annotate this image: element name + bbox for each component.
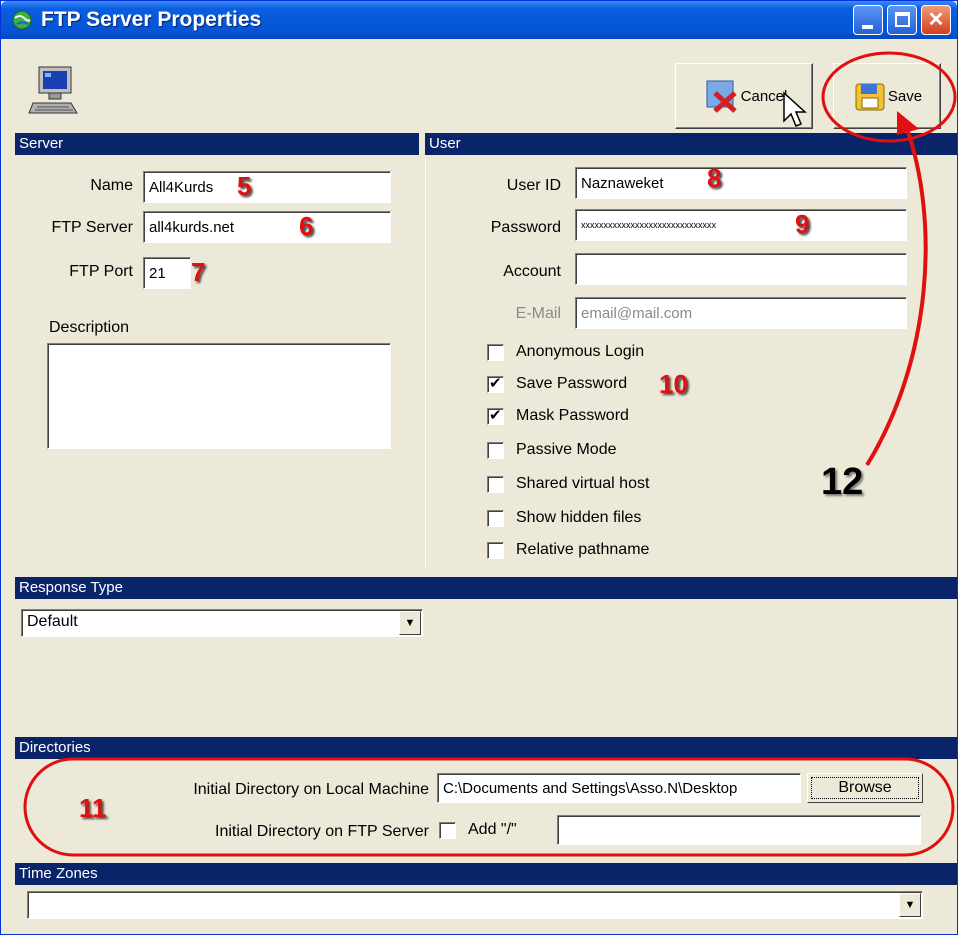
directories-header: Directories [15,737,957,759]
window-title: FTP Server Properties [41,8,262,31]
anonymous-login-checkbox[interactable]: Anonymous Login [487,343,644,361]
chevron-down-icon[interactable]: ▼ [899,893,921,917]
save-icon [855,83,885,111]
close-icon: ✕ [927,9,945,31]
name-label: Name [90,177,133,194]
ftp-server-input[interactable] [143,211,391,243]
annotation-8: 8 [707,163,722,193]
description-textarea[interactable] [47,343,391,449]
password-label: Password [490,219,561,236]
minimize-icon [862,25,873,29]
passive-mode-checkbox[interactable]: Passive Mode [487,441,617,459]
save-password-box[interactable] [487,374,504,393]
relative-pathname-label: Relative pathname [516,541,650,558]
cancel-icon [706,80,737,113]
annotation-7: 7 [191,257,206,287]
relative-pathname-box[interactable] [487,541,504,559]
user-id-input[interactable] [575,167,907,199]
save-password-checkbox[interactable]: Save Password [487,374,628,393]
annotation-10: 10 [659,369,688,399]
time-zones-header: Time Zones [15,863,957,885]
response-type-value: Default [27,613,78,630]
account-label: Account [503,263,561,280]
name-input[interactable] [143,171,391,203]
ftp-directory-input[interactable] [557,815,921,845]
anonymous-login-label: Anonymous Login [516,343,645,360]
ftp-port-input[interactable] [143,257,191,289]
maximize-icon [895,12,910,27]
save-password-label: Save Password [516,375,628,392]
title-bar[interactable]: FTP Server Properties ✕ [1,1,957,39]
cursor-icon [783,91,807,127]
annotation-6: 6 [299,211,314,241]
user-id-label: User ID [506,177,561,194]
chevron-down-icon[interactable]: ▼ [399,611,421,635]
add-slash-box[interactable] [439,821,456,839]
time-zones-select[interactable]: ▼ [27,891,923,919]
password-input[interactable] [575,209,907,241]
show-hidden-files-box[interactable] [487,509,504,527]
add-slash-label: Add "/" [468,821,517,838]
shared-virtual-host-label: Shared virtual host [516,475,650,492]
description-label: Description [49,319,130,336]
annotation-9: 9 [795,209,810,239]
shared-virtual-host-box[interactable] [487,475,504,493]
close-button[interactable]: ✕ [921,5,951,35]
mask-password-label: Mask Password [516,407,629,424]
save-button-label: Save [887,87,923,105]
ftp-port-label: FTP Port [69,263,133,280]
show-hidden-files-checkbox[interactable]: Show hidden files [487,509,641,527]
account-input[interactable] [575,253,907,285]
user-header: User [425,133,957,155]
local-directory-label: Initial Directory on Local Machine [193,781,429,798]
ftp-server-label: FTP Server [51,219,134,236]
save-button[interactable]: Save [833,63,941,129]
annotation-12: 12 [821,461,864,503]
response-type-header: Response Type [15,577,957,599]
mask-password-checkbox[interactable]: Mask Password [487,406,629,425]
passive-mode-box[interactable] [487,441,504,459]
computer-icon [28,66,78,114]
add-slash-checkbox[interactable]: Add "/" [439,821,517,839]
show-hidden-files-label: Show hidden files [516,509,642,526]
server-header: Server [15,133,419,155]
email-input[interactable] [575,297,907,329]
email-label: E-Mail [515,305,561,322]
mask-password-box[interactable] [487,406,504,425]
maximize-button[interactable] [887,5,917,35]
relative-pathname-checkbox[interactable]: Relative pathname [487,541,649,559]
annotation-5: 5 [237,171,252,201]
ftp-directory-label: Initial Directory on FTP Server [215,823,429,840]
anonymous-login-box[interactable] [487,343,504,361]
local-directory-input[interactable] [437,773,801,803]
passive-mode-label: Passive Mode [516,441,617,458]
shared-virtual-host-checkbox[interactable]: Shared virtual host [487,475,649,493]
app-globe-icon [12,10,32,30]
annotation-11: 11 [79,793,107,823]
response-type-select[interactable]: Default ▼ [21,609,423,637]
browse-button[interactable]: Browse [807,773,923,803]
ftp-properties-window: FTP Server Properties ✕ Cancel Save Serv… [0,0,958,935]
minimize-button[interactable] [853,5,883,35]
